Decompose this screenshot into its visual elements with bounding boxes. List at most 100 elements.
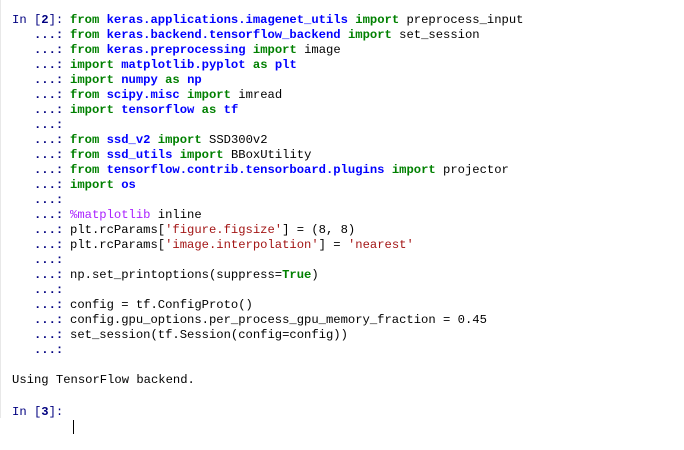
code-token: BBoxUtility (223, 148, 312, 162)
continuation-dots: ...: (12, 223, 64, 237)
code-token: config.gpu_options.per_process_gpu_memor… (70, 313, 487, 327)
code-token: ] = (318, 238, 348, 252)
code-token: inline (150, 208, 202, 222)
continuation-prompt: ...: (12, 238, 70, 253)
module-token: tensorflow (121, 103, 195, 117)
code-token: ) (311, 268, 319, 282)
continuation-prompt: ...: (12, 193, 70, 208)
code-text: from scipy.misc import imread (70, 88, 282, 103)
code-text: config = tf.ConfigProto() (70, 298, 253, 313)
continuation-dots: ...: (12, 178, 64, 192)
keyword-token: import (70, 178, 122, 192)
continuation-dots: ...: (12, 103, 64, 117)
continuation-prompt: ...: (12, 118, 70, 133)
module-token: keras.backend.tensorflow_backend (106, 28, 341, 42)
code-token: np.set_printoptions(suppress= (70, 268, 283, 282)
ipython-console[interactable]: In [2]: from keras.applications.imagenet_… (0, 0, 684, 434)
code-text: import numpy as np (70, 73, 202, 88)
module-token: ssd_utils (106, 148, 173, 162)
keyword-token: from (70, 28, 107, 42)
module-token: numpy (121, 73, 158, 87)
keyword-token: from (70, 148, 107, 162)
continuation-prompt: ...: (12, 28, 70, 43)
module-token: tf (223, 103, 239, 117)
continuation-dots: ...: (12, 148, 64, 162)
code-text: from keras.backend.tensorflow_backend im… (70, 28, 480, 43)
continuation-prompt: ...: (12, 313, 70, 328)
continuation-prompt: ...: (12, 208, 70, 223)
continuation-prompt: ...: (12, 163, 70, 178)
code-input[interactable] (70, 420, 74, 436)
continuation-dots: ...: (12, 118, 64, 132)
continuation-prompt: ...: (12, 223, 70, 238)
code-text: from ssd_utils import BBoxUtility (70, 148, 311, 163)
code-token: image (296, 43, 341, 57)
keyword-token: import (179, 148, 224, 162)
continuation-prompt: ...: (12, 268, 70, 283)
continuation-prompt: ...: (12, 298, 70, 313)
continuation-prompt: ...: (12, 178, 70, 193)
code-text: plt.rcParams['figure.figsize'] = (8, 8) (70, 223, 355, 238)
module-token: plt (274, 58, 297, 72)
code-token: preprocess_input (399, 13, 524, 27)
continuation-dots: ...: (12, 238, 64, 252)
keyword-token: True (282, 268, 312, 282)
code-text: import tensorflow as tf (70, 103, 238, 118)
continuation-dots: ...: (12, 88, 64, 102)
continuation-prompt: ...: (12, 73, 70, 88)
code-text: %matplotlib inline (70, 208, 202, 223)
keyword-token: as (201, 103, 217, 117)
string-token: 'image.interpolation' (165, 238, 319, 252)
code-token: SSD300v2 (201, 133, 268, 147)
keyword-token: import (70, 73, 122, 87)
prompt-number: 3 (41, 405, 49, 419)
keyword-token: import (187, 88, 231, 102)
text-cursor (73, 420, 74, 434)
continuation-dots: ...: (12, 283, 64, 297)
keyword-token: as (252, 58, 268, 72)
keyword-token: import (70, 58, 122, 72)
continuation-prompt: ...: (12, 253, 70, 268)
console-left-border (0, 0, 1, 418)
code-text: from tensorflow.contrib.tensorboard.plug… (70, 163, 509, 178)
continuation-prompt: ...: (12, 133, 70, 148)
module-token: tensorflow.contrib.tensorboard.plugins (106, 163, 385, 177)
continuation-prompt: ...: (12, 103, 70, 118)
keyword-token: from (70, 133, 107, 147)
code-token: plt.rcParams[ (70, 238, 166, 252)
prompt-label: In [ (12, 405, 42, 419)
continuation-dots: ...: (12, 58, 64, 72)
keyword-token: from (70, 43, 107, 57)
code-text: import matplotlib.pyplot as plt (70, 58, 297, 73)
keyword-token: from (70, 13, 107, 27)
continuation-prompt: ...: (12, 148, 70, 163)
code-text: plt.rcParams['image.interpolation'] = 'n… (70, 238, 414, 253)
continuation-dots: ...: (12, 73, 64, 87)
code-text: from keras.applications.imagenet_utils i… (70, 13, 524, 28)
code-token: imread (230, 88, 283, 102)
continuation-prompt: ...: (12, 88, 70, 103)
prompt-in-2: In [2]: (12, 13, 70, 28)
input-cell-3[interactable]: In [3]: (0, 390, 74, 434)
keyword-token: import (70, 103, 122, 117)
module-token: keras.preprocessing (106, 43, 246, 57)
continuation-dots: ...: (12, 298, 64, 312)
continuation-prompt: ...: (12, 43, 70, 58)
prompt-label: In [ (12, 13, 42, 27)
string-token: 'nearest' (347, 238, 414, 252)
continuation-dots: ...: (12, 163, 64, 177)
continuation-dots: ...: (12, 28, 64, 42)
continuation-dots: ...: (12, 313, 64, 327)
stderr-output: Using TensorFlow backend. (12, 373, 195, 387)
prompt-number: 2 (41, 13, 49, 27)
continuation-dots: ...: (12, 328, 64, 342)
magic-token: %matplotlib (70, 208, 151, 222)
